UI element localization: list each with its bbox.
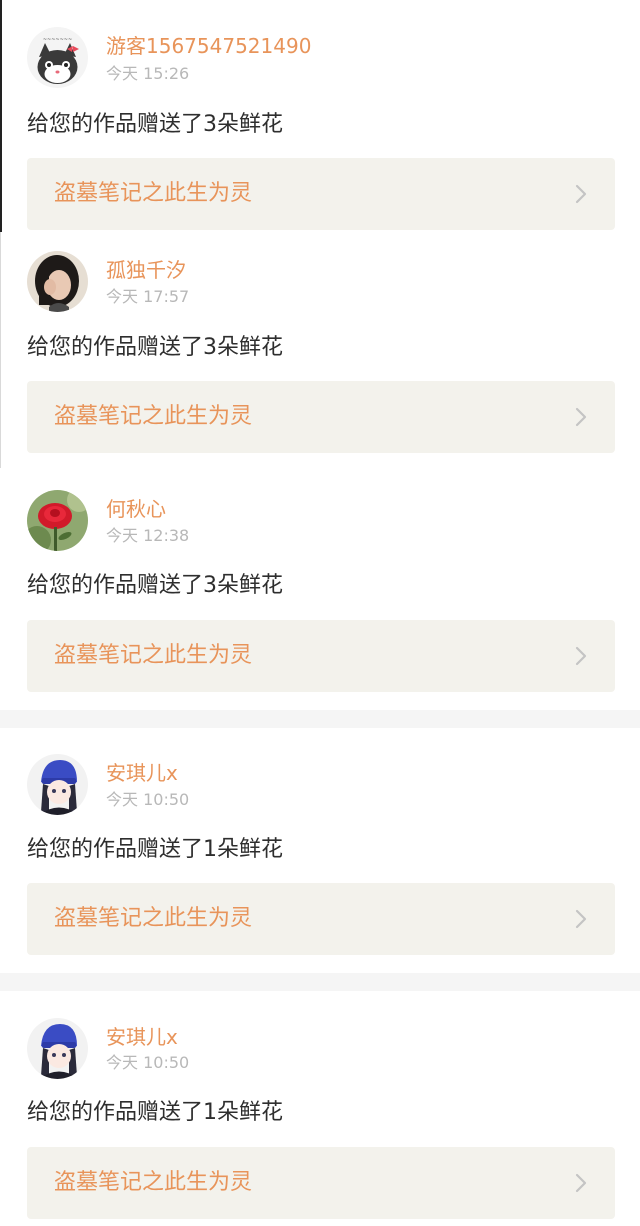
timestamp: 今天 10:50 <box>106 1053 190 1072</box>
anime-girl-avatar-icon[interactable] <box>27 1018 88 1079</box>
username[interactable]: 何秋心 <box>106 497 166 521</box>
chevron-right-icon <box>571 182 591 206</box>
timestamp: 今天 17:57 <box>106 287 190 306</box>
work-link-card[interactable]: 盗墓笔记之此生为灵 <box>27 883 615 955</box>
chevron-right-icon <box>571 405 591 429</box>
svg-text:~~~~~~~: ~~~~~~~ <box>43 37 72 43</box>
notification-item: 安琪儿x 今天 10:50 给您的作品赠送了1朵鲜花 盗墓笔记之此生为灵 <box>0 728 640 973</box>
work-title: 盗墓笔记之此生为灵 <box>54 181 253 206</box>
rose-avatar-icon[interactable] <box>27 490 88 551</box>
gift-message: 给您的作品赠送了1朵鲜花 <box>27 1100 283 1125</box>
work-link-card[interactable]: 盗墓笔记之此生为灵 <box>27 1147 615 1219</box>
username[interactable]: 孤独千汐 <box>106 258 186 282</box>
timestamp: 今天 12:38 <box>106 526 190 545</box>
work-link-card[interactable]: 盗墓笔记之此生为灵 <box>27 381 615 453</box>
gift-notification-feed: ~~~~~~~ 游客1567547521490 今天 15:26 给您的作品赠送… <box>0 0 640 1226</box>
username[interactable]: 安琪儿x <box>106 1025 178 1049</box>
work-title: 盗墓笔记之此生为灵 <box>54 906 253 931</box>
timestamp: 今天 15:26 <box>106 64 190 83</box>
anime-girl-avatar-icon[interactable] <box>27 754 88 815</box>
notification-item: 安琪儿x 今天 10:50 给您的作品赠送了1朵鲜花 盗墓笔记之此生为灵 <box>0 991 640 1226</box>
cat-avatar-icon[interactable]: ~~~~~~~ <box>27 27 88 88</box>
work-link-card[interactable]: 盗墓笔记之此生为灵 <box>27 620 615 692</box>
gift-message: 给您的作品赠送了3朵鲜花 <box>27 573 283 598</box>
notification-item: 孤独千汐 今天 17:57 给您的作品赠送了3朵鲜花 盗墓笔记之此生为灵 <box>0 240 640 472</box>
timestamp: 今天 10:50 <box>106 790 190 809</box>
notification-item: 何秋心 今天 12:38 给您的作品赠送了3朵鲜花 盗墓笔记之此生为灵 <box>0 472 640 710</box>
gift-message: 给您的作品赠送了3朵鲜花 <box>27 335 283 360</box>
work-link-card[interactable]: 盗墓笔记之此生为灵 <box>27 158 615 230</box>
chevron-right-icon <box>571 1171 591 1195</box>
chevron-right-icon <box>571 907 591 931</box>
girl-photo-avatar-icon[interactable] <box>27 251 88 312</box>
notification-item: ~~~~~~~ 游客1567547521490 今天 15:26 给您的作品赠送… <box>0 0 640 240</box>
work-title: 盗墓笔记之此生为灵 <box>54 404 253 429</box>
section-divider <box>0 710 640 728</box>
chevron-right-icon <box>571 644 591 668</box>
username[interactable]: 游客1567547521490 <box>106 34 311 58</box>
gift-message: 给您的作品赠送了1朵鲜花 <box>27 837 283 862</box>
work-title: 盗墓笔记之此生为灵 <box>54 643 253 668</box>
work-title: 盗墓笔记之此生为灵 <box>54 1170 253 1195</box>
username[interactable]: 安琪儿x <box>106 761 178 785</box>
section-divider <box>0 973 640 991</box>
gift-message: 给您的作品赠送了3朵鲜花 <box>27 112 283 137</box>
